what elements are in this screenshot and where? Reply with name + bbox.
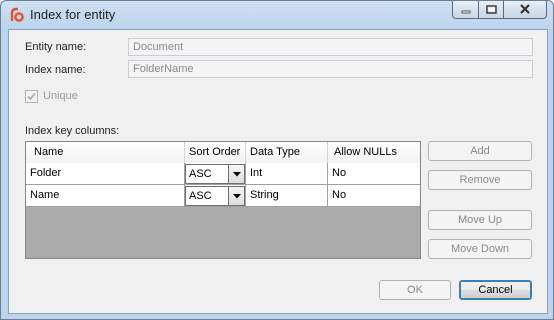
column-header-allow-nulls[interactable]: Allow NULLs: [328, 142, 420, 163]
dialog-body: Entity name: Document Index name: Folder…: [8, 29, 548, 314]
checkmark-icon: [27, 92, 36, 101]
cell-allow-nulls[interactable]: No: [328, 163, 420, 185]
entity-name-field: Document: [128, 38, 533, 56]
minimize-button[interactable]: [452, 1, 479, 19]
sort-order-dropdown[interactable]: ASC: [185, 186, 245, 206]
maximize-button[interactable]: [478, 1, 504, 19]
cell-sort-order: ASC: [185, 185, 246, 207]
table-row[interactable]: Folder ASC Int No: [26, 163, 420, 185]
column-header-data-type[interactable]: Data Type: [246, 142, 328, 163]
column-header-sort-order[interactable]: Sort Order: [185, 142, 246, 163]
sort-order-value: ASC: [189, 190, 212, 202]
entity-name-label: Entity name:: [25, 41, 87, 53]
grid-header: Name Sort Order Data Type Allow NULLs: [26, 142, 420, 164]
cancel-button[interactable]: Cancel: [459, 280, 532, 300]
column-header-name[interactable]: Name: [26, 142, 185, 163]
minimize-icon: [461, 3, 471, 17]
remove-button[interactable]: Remove: [428, 170, 532, 190]
window-title: Index for entity: [30, 7, 116, 22]
cell-name[interactable]: Folder: [26, 163, 185, 185]
index-name-field[interactable]: FolderName: [128, 60, 533, 78]
index-name-label: Index name:: [25, 64, 86, 76]
dialog-window: Index for entity Entity name: Document I…: [0, 0, 554, 320]
caption-buttons: [452, 1, 547, 20]
cell-sort-order: ASC: [185, 163, 246, 185]
cell-name[interactable]: Name: [26, 185, 185, 207]
key-columns-grid[interactable]: Name Sort Order Data Type Allow NULLs Fo…: [25, 141, 421, 259]
unique-checkbox[interactable]: [25, 90, 38, 103]
app-logo-icon: [9, 7, 25, 23]
cell-data-type[interactable]: Int: [246, 163, 328, 185]
sort-order-value: ASC: [189, 168, 212, 180]
cell-data-type[interactable]: String: [246, 185, 328, 207]
cell-allow-nulls[interactable]: No: [328, 185, 420, 207]
close-icon: [519, 3, 531, 17]
close-button[interactable]: [503, 1, 547, 19]
move-up-button[interactable]: Move Up: [428, 210, 532, 230]
move-down-button[interactable]: Move Down: [428, 239, 532, 259]
dropdown-arrow-icon[interactable]: [228, 165, 244, 183]
unique-label: Unique: [43, 90, 78, 102]
maximize-icon: [485, 3, 497, 17]
sort-order-dropdown[interactable]: ASC: [185, 164, 245, 184]
dropdown-arrow-icon[interactable]: [228, 187, 244, 205]
add-button[interactable]: Add: [428, 141, 532, 161]
ok-button[interactable]: OK: [379, 280, 451, 300]
index-key-columns-label: Index key columns:: [25, 125, 120, 137]
title-bar[interactable]: Index for entity: [1, 1, 553, 29]
table-row[interactable]: Name ASC String No: [26, 185, 420, 207]
